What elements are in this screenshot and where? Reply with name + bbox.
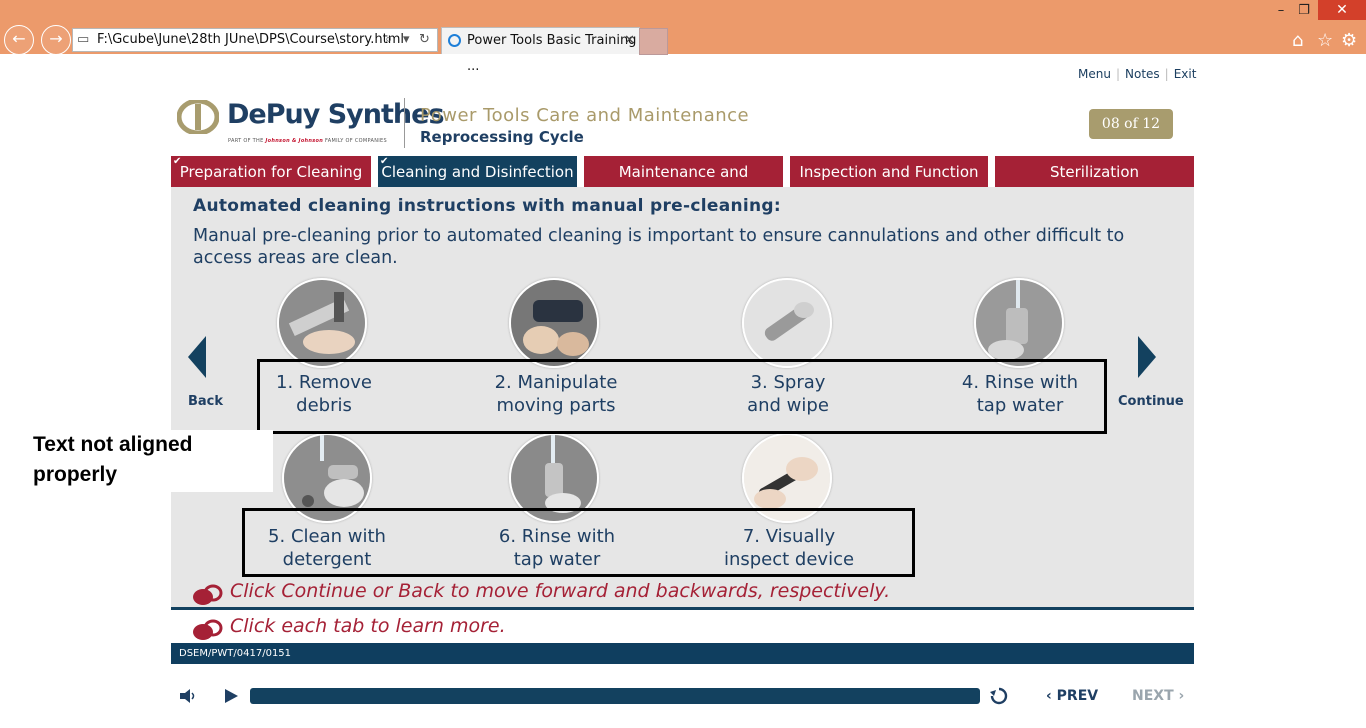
footer-code: DSEM/PWT/0417/0151 xyxy=(179,648,292,659)
notes-link[interactable]: Notes xyxy=(1125,67,1160,81)
step-4-image xyxy=(974,278,1064,368)
content-heading: Automated cleaning instructions with man… xyxy=(193,196,781,216)
play-icon[interactable] xyxy=(225,689,238,703)
page-counter-badge: 08 of 12 xyxy=(1089,109,1173,139)
tab-label: Sterilization xyxy=(1049,163,1140,181)
dropdown-icon[interactable]: ▾ xyxy=(403,29,410,51)
next-button[interactable]: NEXT › xyxy=(1132,688,1184,704)
prev-button[interactable]: ‹ PREV xyxy=(1046,688,1098,704)
prev-label: PREV xyxy=(1056,688,1099,704)
tab-maintenance-and-lubrication[interactable]: Maintenance and Lubrication xyxy=(584,155,783,213)
favorites-star-icon[interactable]: ☆ xyxy=(1317,30,1333,51)
page-icon: ▭ xyxy=(77,32,90,47)
restore-icon[interactable]: ❐ xyxy=(1291,2,1317,20)
menu-link[interactable]: Menu xyxy=(1078,67,1111,81)
course-subtitle: Reprocessing Cycle xyxy=(420,128,584,146)
volume-icon[interactable] xyxy=(180,688,198,704)
back-arrow-icon[interactable] xyxy=(188,336,206,378)
footer-code-bar: DSEM/PWT/0417/0151 xyxy=(171,643,1194,664)
logo-wordmark: DePuy Synthes xyxy=(227,99,445,130)
visited-check-icon: ✔ xyxy=(380,156,389,167)
continue-button[interactable]: Continue xyxy=(1118,394,1184,409)
step-1-image xyxy=(277,278,367,368)
address-text: F:\Gcube\June\28th JUne\DPS\Course\story… xyxy=(97,32,404,47)
browser-back-button[interactable]: ← xyxy=(4,25,34,55)
instruction-navigation: Click Continue or Back to move forward a… xyxy=(230,580,891,602)
address-bar[interactable]: ▭ F:\Gcube\June\28th JUne\DPS\Course\sto… xyxy=(72,28,438,52)
review-annotation: Text not aligned properly xyxy=(33,433,193,486)
course-title: Power Tools Care and Maintenance xyxy=(420,105,750,126)
chevron-right-icon: › xyxy=(1173,688,1185,704)
tab-cleaning-and-disinfection[interactable]: ✔ Cleaning and Disinfection xyxy=(378,155,577,188)
back-button[interactable]: Back xyxy=(188,394,223,409)
tab-title: Power Tools Basic Training ... xyxy=(467,33,637,74)
tab-sterilization[interactable]: Sterilization xyxy=(995,155,1194,188)
callout-box-row-1 xyxy=(257,359,1107,434)
close-tab-icon[interactable]: ✕ xyxy=(624,28,635,54)
replay-icon[interactable] xyxy=(990,687,1008,705)
exit-link[interactable]: Exit xyxy=(1174,67,1197,81)
ie-icon xyxy=(448,34,461,47)
step-2-image xyxy=(509,278,599,368)
refresh-icon[interactable]: ↻ xyxy=(419,29,430,51)
logo-tagline: PART OF THE Johnson & Johnson FAMILY OF … xyxy=(228,138,387,144)
tab-inspection-and-function-test[interactable]: Inspection and Function Test xyxy=(790,155,988,213)
browser-tab[interactable]: Power Tools Basic Training ... ✕ xyxy=(441,27,640,74)
content-divider xyxy=(171,607,1194,610)
logo-divider xyxy=(404,98,405,148)
settings-gear-icon[interactable]: ⚙ xyxy=(1341,30,1357,51)
instruction-tabs: Click each tab to learn more. xyxy=(230,615,506,637)
browser-forward-button[interactable]: → xyxy=(41,25,71,55)
callout-box-row-2 xyxy=(242,508,915,577)
home-icon[interactable]: ⌂ xyxy=(1292,30,1303,51)
continue-arrow-icon[interactable] xyxy=(1138,336,1156,378)
tab-label: Preparation for Cleaning xyxy=(179,163,363,181)
tab-label: Cleaning and Disinfection xyxy=(381,163,574,181)
visited-check-icon: ✔ xyxy=(173,156,182,167)
mouse-click-icon xyxy=(193,584,223,605)
top-links: Menu | Notes | Exit xyxy=(1078,67,1197,81)
window-close-icon[interactable]: ✕ xyxy=(1318,0,1366,20)
new-tab-button[interactable] xyxy=(639,28,668,55)
seek-bar[interactable] xyxy=(250,688,980,704)
next-label: NEXT xyxy=(1132,688,1174,704)
search-icon[interactable]: ⌕ xyxy=(385,29,392,51)
depuy-logo-icon xyxy=(177,100,219,134)
chevron-left-icon: ‹ xyxy=(1046,688,1057,704)
content-intro: Manual pre-cleaning prior to automated c… xyxy=(193,226,1125,268)
tab-preparation-for-cleaning[interactable]: ✔ Preparation for Cleaning xyxy=(171,155,371,188)
mouse-click-icon xyxy=(193,619,223,640)
step-3-image xyxy=(742,278,832,368)
